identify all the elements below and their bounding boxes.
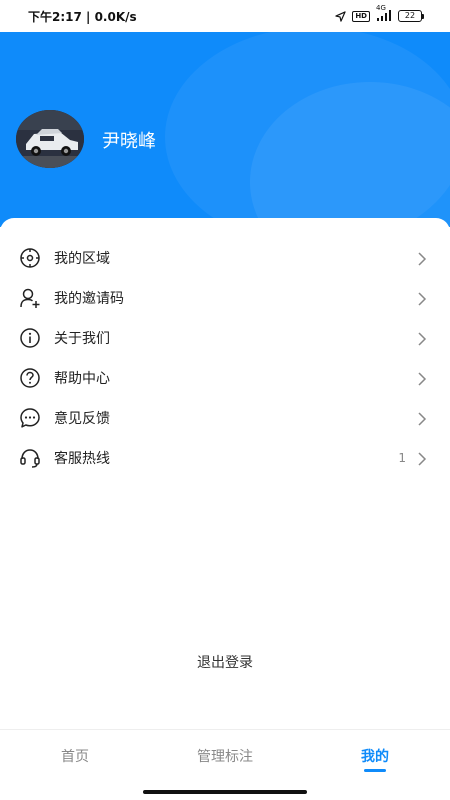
hotline-number: 1 — [398, 451, 406, 465]
profile-header: 尹晓峰 — [0, 27, 450, 227]
menu-item-help-center[interactable]: 帮助中心 — [0, 358, 450, 398]
avatar[interactable] — [16, 110, 84, 168]
menu-item-label: 我的区域 — [54, 251, 110, 267]
info-icon — [18, 326, 42, 350]
tab-home[interactable]: 首页 — [0, 730, 150, 779]
status-icons: HD 4G 22 — [335, 4, 424, 22]
location-arrow-icon — [335, 10, 347, 22]
status-bar: 下午2:17 | 0.0K/s HD 4G 22 — [0, 0, 450, 32]
menu-item-hotline[interactable]: 客服热线 1 — [0, 438, 450, 478]
tab-label: 管理标注 — [197, 749, 253, 765]
chevron-right-icon — [416, 371, 428, 386]
hd-badge: HD — [352, 10, 370, 22]
help-icon — [18, 366, 42, 390]
tab-label: 我的 — [361, 749, 389, 765]
battery-icon: 22 — [398, 10, 424, 22]
active-tab-indicator — [364, 769, 386, 772]
chevron-right-icon — [416, 291, 428, 306]
menu-item-feedback[interactable]: 意见反馈 — [0, 398, 450, 438]
bottom-tab-bar: 首页 管理标注 我的 — [0, 729, 450, 779]
menu-item-label: 客服热线 — [54, 451, 110, 467]
target-icon — [18, 246, 42, 270]
menu-item-about-us[interactable]: 关于我们 — [0, 318, 450, 358]
user-add-icon — [18, 286, 42, 310]
chevron-right-icon — [416, 331, 428, 346]
chevron-right-icon — [416, 411, 428, 426]
menu-item-label: 关于我们 — [54, 331, 110, 347]
menu-item-label: 帮助中心 — [54, 371, 110, 387]
tab-label: 首页 — [61, 749, 89, 765]
menu-item-invite-code[interactable]: 我的邀请码 — [0, 278, 450, 318]
signal-icon: 4G — [376, 4, 392, 22]
status-time-speed: 下午2:17 | 0.0K/s — [28, 9, 137, 24]
chevron-right-icon — [416, 251, 428, 266]
network-type: 4G — [376, 4, 386, 12]
chat-bubble-icon — [18, 406, 42, 430]
headset-icon — [18, 446, 42, 470]
tab-annotation-management[interactable]: 管理标注 — [150, 730, 300, 779]
home-indicator[interactable] — [143, 790, 307, 794]
tab-mine[interactable]: 我的 — [300, 730, 450, 779]
menu-item-label: 意见反馈 — [54, 411, 110, 427]
battery-level: 22 — [398, 10, 422, 22]
chevron-right-icon — [416, 451, 428, 466]
logout-button[interactable]: 退出登录 — [0, 652, 450, 672]
menu-item-my-region[interactable]: 我的区域 — [0, 238, 450, 278]
menu-item-label: 我的邀请码 — [54, 291, 124, 307]
user-name[interactable]: 尹晓峰 — [102, 127, 156, 153]
